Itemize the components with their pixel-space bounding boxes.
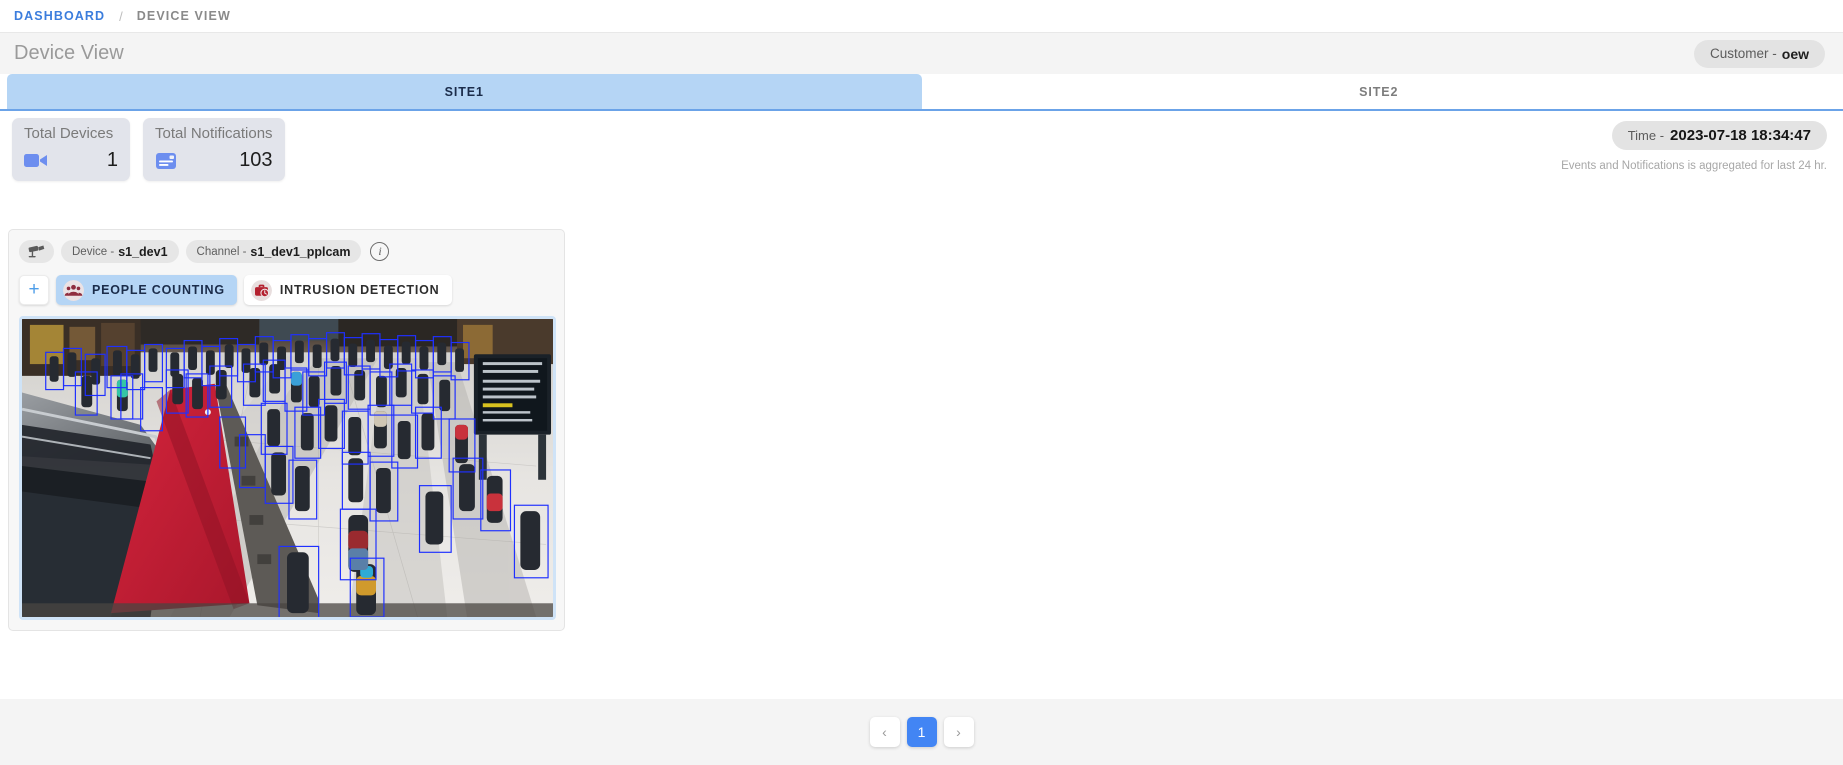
total-notifications-label: Total Notifications [155,125,273,142]
stat-card-total-notifications: Total Notifications 103 [143,118,285,181]
intrusion-alarm-icon [250,279,272,301]
device-card: Device - s1_dev1 Channel - s1_dev1_pplca… [8,229,565,631]
page-header: Device View Customer - oew [0,33,1843,74]
stat-card-total-devices: Total Devices 1 [12,118,130,181]
breadcrumb-separator: / [119,8,123,24]
breadcrumb-item-device-view[interactable]: DEVICE VIEW [137,9,231,23]
pagination-prev-button[interactable]: ‹ [869,717,900,747]
site-tabs: SITE1 SITE2 [0,74,1843,111]
breadcrumb: DASHBOARD / DEVICE VIEW [0,0,1843,33]
pagination-page-1[interactable]: 1 [906,717,937,747]
tab-people-counting[interactable]: PEOPLE COUNTING [56,275,237,305]
pagination-next-button[interactable]: › [943,717,974,747]
analytics-tabs: + PEOPLE COUNTING INTRUSION DETECTION [19,275,554,305]
intrusion-detection-label: INTRUSION DETECTION [279,283,440,297]
device-chip[interactable]: Device - s1_dev1 [61,240,179,263]
cctv-camera-icon [19,240,54,263]
people-group-icon [63,279,84,301]
total-notifications-value: 103 [239,149,273,171]
content-spacer [0,661,1843,699]
notification-note-icon [155,151,179,171]
time-value: 2023-07-18 18:34:47 [1670,127,1811,144]
channel-value: s1_dev1_pplcam [250,244,351,259]
time-badge: Time - 2023-07-18 18:34:47 [1611,121,1827,150]
tab-site2[interactable]: SITE2 [922,74,1837,109]
time-block: Time - 2023-07-18 18:34:47 Events and No… [1561,121,1827,172]
channel-label: Channel - [196,245,247,258]
device-label: Device - [72,245,115,258]
customer-label: Customer - [1710,46,1777,61]
device-value: s1_dev1 [118,244,168,259]
device-chip-row: Device - s1_dev1 Channel - s1_dev1_pplca… [19,240,554,263]
people-counting-label: PEOPLE COUNTING [92,283,225,297]
summary-stats: Total Devices 1 Total Notifications 103 … [0,111,1843,182]
page-title: Device View [14,42,124,64]
total-devices-label: Total Devices [24,125,114,142]
tab-intrusion-detection[interactable]: INTRUSION DETECTION [243,275,452,305]
add-analytic-button[interactable]: + [19,275,49,305]
time-label: Time - [1627,128,1665,143]
breadcrumb-item-dashboard[interactable]: DASHBOARD [14,9,105,23]
info-icon[interactable]: i [370,242,390,261]
pagination: ‹ 1 › [0,699,1843,765]
customer-value: oew [1781,45,1809,62]
people-counting-video-feed[interactable] [19,316,556,620]
video-camera-icon [24,151,48,171]
aggregation-note: Events and Notifications is aggregated f… [1561,160,1827,172]
channel-chip[interactable]: Channel - s1_dev1_pplcam [185,240,362,263]
total-devices-value: 1 [106,149,118,171]
video-frame [22,319,553,617]
customer-badge[interactable]: Customer - oew [1694,39,1825,68]
device-view-page: DASHBOARD / DEVICE VIEW Device View Cust… [0,0,1843,765]
tab-site1[interactable]: SITE1 [7,74,922,109]
